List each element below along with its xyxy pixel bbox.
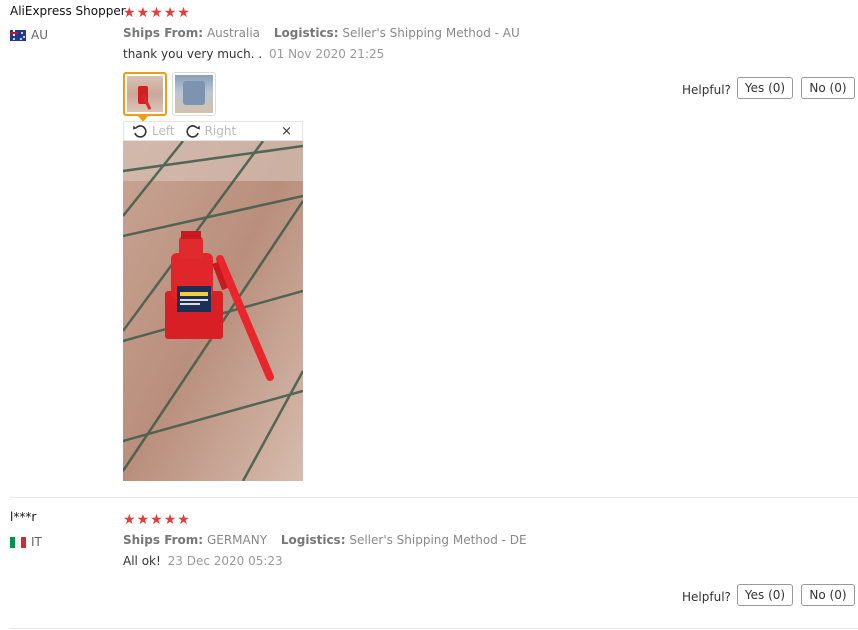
reviewer-name: l***r bbox=[10, 510, 37, 524]
review-date: 01 Nov 2020 21:25 bbox=[269, 47, 385, 61]
star-icon: ★ bbox=[136, 5, 150, 21]
ships-from-label: Ships From: bbox=[123, 533, 204, 547]
australia-flag-icon bbox=[10, 29, 26, 41]
review-body: thank you very much. . bbox=[123, 47, 263, 61]
rotate-left-button[interactable]: Left bbox=[132, 123, 175, 139]
review-photo-thumbnail[interactable] bbox=[123, 72, 167, 116]
review-text: All ok! 23 Dec 2020 05:23 bbox=[123, 554, 283, 568]
review-date: 23 Dec 2020 05:23 bbox=[167, 554, 283, 568]
ships-from-label: Ships From: bbox=[123, 26, 204, 40]
star-icon: ★ bbox=[123, 5, 136, 21]
helpful-yes-button[interactable]: Yes (0) bbox=[737, 584, 793, 606]
review-photo-thumbnail[interactable] bbox=[172, 72, 216, 116]
reviewer-country: IT bbox=[10, 535, 42, 549]
star-icon: ★ bbox=[163, 5, 177, 21]
rotate-left-label: Left bbox=[152, 124, 175, 138]
helpful-yes-button[interactable]: Yes (0) bbox=[737, 77, 793, 99]
logistics-value: Seller's Shipping Method - DE bbox=[349, 533, 527, 547]
star-icon: ★ bbox=[150, 512, 163, 528]
logistics-value: Seller's Shipping Method - AU bbox=[342, 26, 520, 40]
shipping-info: Ships From: Australia Logistics: Seller'… bbox=[123, 26, 520, 40]
star-icon: ★ bbox=[177, 512, 190, 528]
rotate-right-button[interactable]: Right bbox=[185, 123, 237, 139]
ships-from-value: Australia bbox=[206, 26, 261, 40]
close-icon[interactable]: × bbox=[281, 124, 292, 139]
review-body: All ok! bbox=[123, 554, 161, 568]
star-rating: ★ ★ ★ ★ ★ bbox=[123, 6, 190, 20]
rotate-right-icon bbox=[186, 125, 200, 138]
review-divider bbox=[10, 497, 858, 498]
logistics-label: Logistics: bbox=[273, 26, 339, 40]
star-rating: ★ ★ ★ ★ ★ bbox=[123, 513, 190, 527]
star-icon: ★ bbox=[123, 512, 136, 528]
review-divider bbox=[10, 628, 858, 629]
italy-flag-icon bbox=[10, 536, 26, 548]
reviewer-name: AliExpress Shopper bbox=[10, 4, 126, 18]
helpful-no-button[interactable]: No (0) bbox=[801, 77, 855, 99]
review-text: thank you very much. . 01 Nov 2020 21:25 bbox=[123, 47, 384, 61]
reviewer-country: AU bbox=[10, 28, 48, 42]
rotate-right-label: Right bbox=[204, 124, 237, 138]
helpful-no-button[interactable]: No (0) bbox=[801, 584, 855, 606]
image-viewer-toolbar: Left Right × bbox=[123, 121, 303, 141]
logistics-label: Logistics: bbox=[280, 533, 346, 547]
star-icon: ★ bbox=[177, 5, 190, 21]
helpful-label: Helpful? bbox=[682, 83, 731, 97]
ships-from-value: GERMANY bbox=[206, 533, 268, 547]
country-code: IT bbox=[31, 535, 42, 549]
helpful-label: Helpful? bbox=[682, 590, 731, 604]
rotate-left-icon bbox=[133, 125, 147, 138]
star-icon: ★ bbox=[163, 512, 177, 528]
review-photo-large bbox=[123, 141, 303, 481]
country-code: AU bbox=[31, 28, 48, 42]
shipping-info: Ships From: GERMANY Logistics: Seller's … bbox=[123, 533, 527, 547]
star-icon: ★ bbox=[136, 512, 150, 528]
star-icon: ★ bbox=[150, 5, 163, 21]
